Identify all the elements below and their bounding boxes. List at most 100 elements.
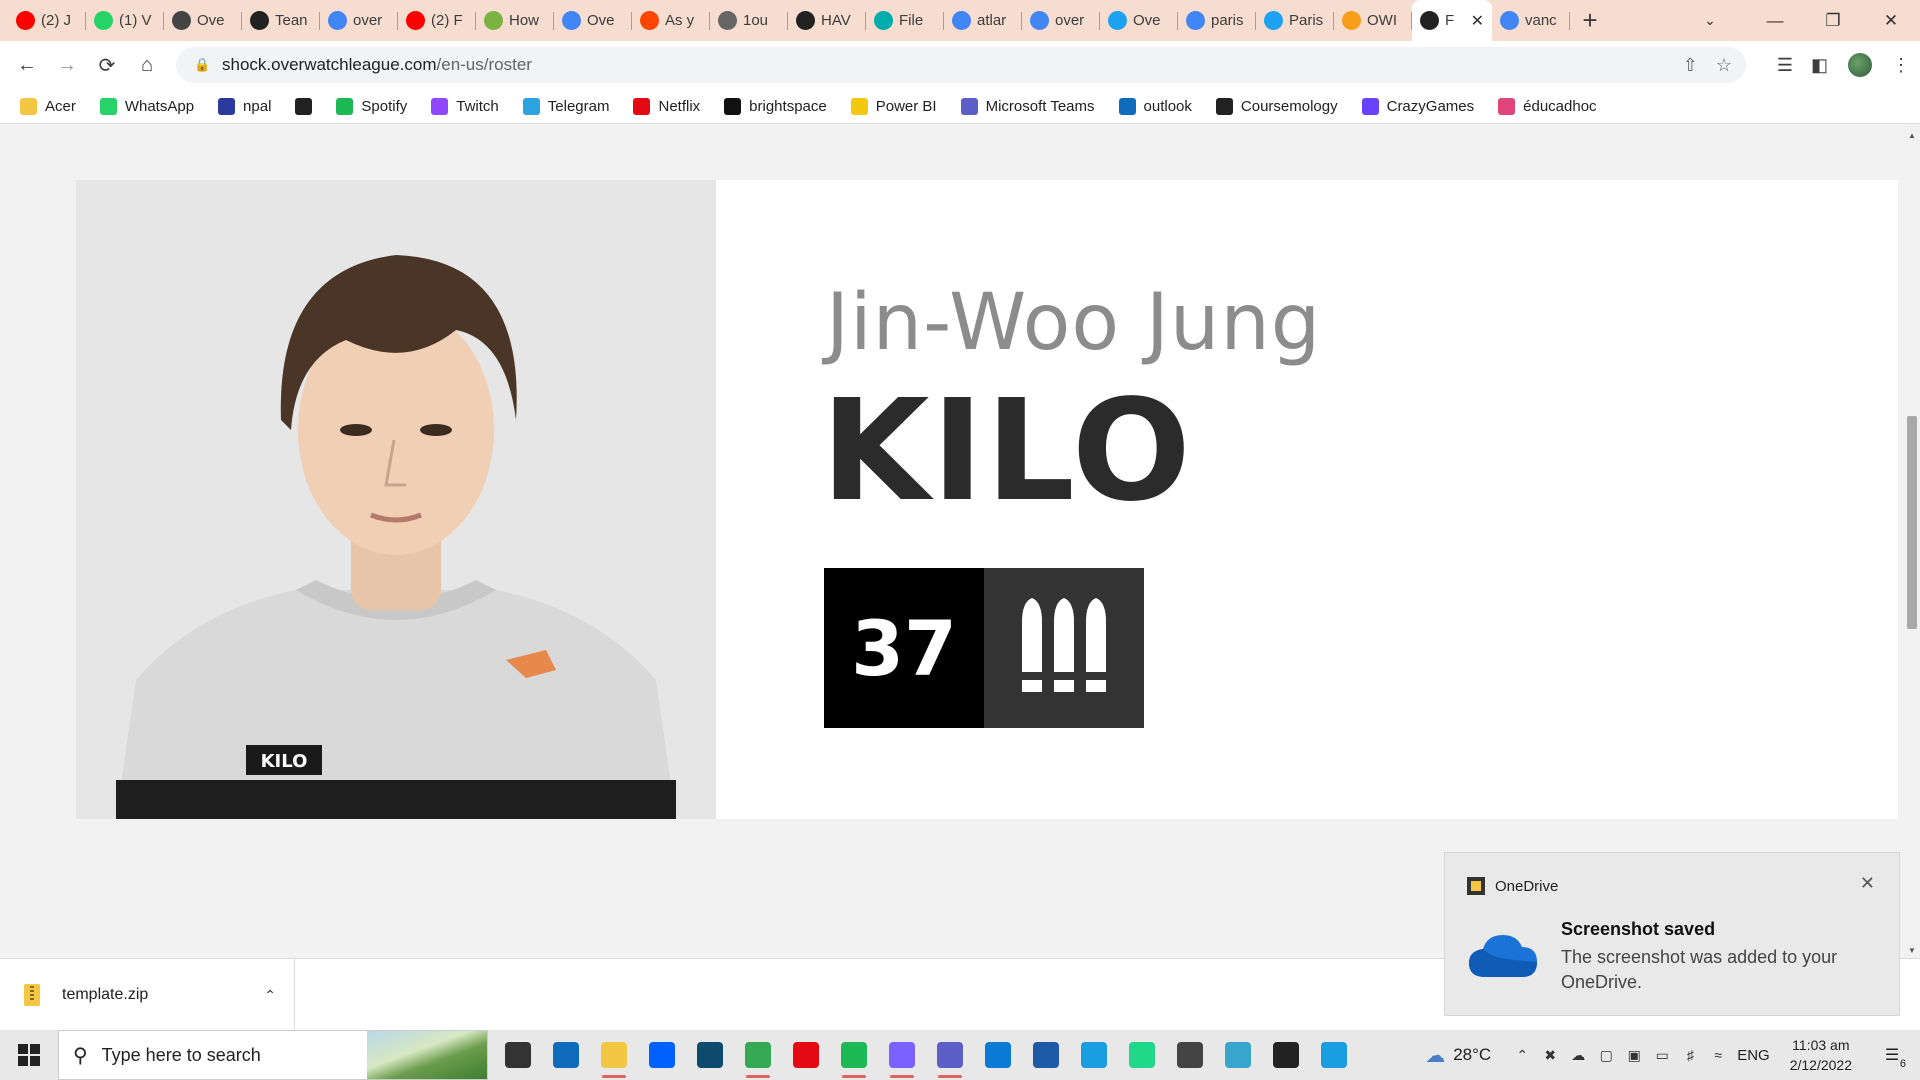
download-item[interactable]: template.zip ⌃ xyxy=(0,959,295,1031)
close-tab-icon[interactable]: ✕ xyxy=(1471,11,1484,31)
menu-kebab-icon[interactable]: ⋮ xyxy=(1892,55,1910,76)
taskbar-app-teams[interactable] xyxy=(926,1030,974,1080)
share-icon[interactable]: ⇧ xyxy=(1683,55,1698,76)
media-control-icon[interactable]: ☰ xyxy=(1777,55,1793,76)
profile-avatar[interactable] xyxy=(1846,51,1874,79)
browser-tab[interactable]: HAV xyxy=(788,0,866,41)
bookmark-item[interactable]: Spotify xyxy=(336,97,407,115)
taskbar-app-edge-dev[interactable] xyxy=(1310,1030,1358,1080)
scroll-down-arrow-icon[interactable]: ▼ xyxy=(1904,942,1920,958)
tab-label: As y xyxy=(665,12,695,29)
onedrive-tray-icon[interactable]: ☁ xyxy=(1569,1047,1587,1064)
scroll-up-arrow-icon[interactable]: ▲ xyxy=(1904,127,1920,143)
url-text[interactable]: shock.overwatchleague.com/en-us/roster xyxy=(222,55,532,75)
network-error-icon[interactable]: ✖ xyxy=(1541,1047,1559,1064)
reload-button[interactable]: ⟳ xyxy=(87,45,127,85)
browser-tab[interactable]: paris xyxy=(1178,0,1256,41)
browser-tab[interactable]: Tean xyxy=(242,0,320,41)
taskbar-app-app[interactable] xyxy=(686,1030,734,1080)
bookmark-item[interactable]: Power BI xyxy=(850,97,937,115)
taskbar-app-unity[interactable] xyxy=(1166,1030,1214,1080)
notification-center-icon[interactable]: ☰ 6 xyxy=(1872,1030,1912,1080)
taskbar-app-spotify[interactable] xyxy=(830,1030,878,1080)
onedrive-notification[interactable]: OneDrive ✕ Screenshot saved The screensh… xyxy=(1444,852,1900,1016)
bookmark-star-icon[interactable]: ☆ xyxy=(1716,55,1732,76)
taskbar-app-file-explorer[interactable] xyxy=(590,1030,638,1080)
taskbar-app-dropbox[interactable] xyxy=(638,1030,686,1080)
meet-now-icon[interactable]: ▢ xyxy=(1597,1047,1615,1064)
browser-tab[interactable]: over xyxy=(1022,0,1100,41)
volume-icon[interactable]: ♯ xyxy=(1681,1047,1699,1063)
bookmark-item[interactable]: Twitch xyxy=(431,97,499,115)
battery-icon[interactable]: ▭ xyxy=(1653,1047,1671,1064)
bookmark-label: Coursemology xyxy=(1240,97,1338,115)
bookmark-item[interactable]: WhatsApp xyxy=(99,97,194,115)
unity-icon xyxy=(1177,1042,1203,1068)
start-button[interactable] xyxy=(0,1030,58,1080)
taskbar-app-photos[interactable] xyxy=(1022,1030,1070,1080)
browser-tab[interactable]: vanc xyxy=(1492,0,1570,41)
new-tab-button[interactable]: + xyxy=(1570,0,1610,41)
taskbar-app-mail[interactable] xyxy=(542,1030,590,1080)
taskbar-app-chrome[interactable] xyxy=(734,1030,782,1080)
weather-widget[interactable]: ☁ 28°C xyxy=(1425,1043,1491,1068)
bookmark-item[interactable]: Netflix xyxy=(633,97,700,115)
browser-tab[interactable]: Ove xyxy=(554,0,632,41)
minimize-button[interactable]: — xyxy=(1746,0,1804,41)
clock[interactable]: 11:03 am 2/12/2022 xyxy=(1790,1035,1852,1075)
close-icon[interactable]: ✕ xyxy=(1860,873,1875,894)
browser-tab[interactable]: (2) J xyxy=(8,0,86,41)
browser-tab[interactable]: atlar xyxy=(944,0,1022,41)
forward-button[interactable]: → xyxy=(47,45,87,85)
language-indicator[interactable]: ENG xyxy=(1737,1047,1770,1064)
browser-tab[interactable]: over xyxy=(320,0,398,41)
taskbar-app-unity-hub[interactable] xyxy=(1262,1030,1310,1080)
browser-tab[interactable]: Paris xyxy=(1256,0,1334,41)
bookmark-item[interactable]: Telegram xyxy=(522,97,609,115)
tab-search-chevron-icon[interactable]: ⌄ xyxy=(1690,0,1730,41)
bookmark-item[interactable]: outlook xyxy=(1118,97,1192,115)
bookmark-item[interactable]: CrazyGames xyxy=(1361,97,1474,115)
back-button[interactable]: ← xyxy=(7,45,47,85)
browser-tab[interactable]: F ✕ xyxy=(1412,0,1492,41)
restore-button[interactable]: ❐ xyxy=(1804,0,1862,41)
tab-label: (2) F xyxy=(431,12,463,29)
browser-tab[interactable]: 1ou xyxy=(710,0,788,41)
home-button[interactable]: ⌂ xyxy=(127,45,167,85)
netflix-icon xyxy=(793,1042,819,1068)
address-bar[interactable]: 🔒 shock.overwatchleague.com/en-us/roster… xyxy=(176,47,1746,83)
lock-icon[interactable]: 🔒 xyxy=(194,57,210,73)
bookmark-item[interactable]: brightspace xyxy=(724,97,827,115)
wifi-icon[interactable]: ≈ xyxy=(1709,1047,1727,1063)
taskbar-search-box[interactable]: ⚲ Type here to search xyxy=(58,1030,488,1080)
taskbar-app-vscode[interactable] xyxy=(974,1030,1022,1080)
scrollbar-thumb[interactable] xyxy=(1907,416,1917,629)
bookmark-item[interactable]: Acer xyxy=(20,97,76,115)
bookmark-item[interactable]: Coursemology xyxy=(1215,97,1338,115)
taskbar-app-task-view[interactable] xyxy=(494,1030,542,1080)
outlook-icon xyxy=(1118,97,1136,115)
show-hidden-icons-chevron-icon[interactable]: ⌃ xyxy=(1513,1047,1531,1064)
browser-tab[interactable]: How xyxy=(476,0,554,41)
bookmark-item[interactable]: éducadhoc xyxy=(1498,97,1597,115)
close-window-button[interactable]: ✕ xyxy=(1862,0,1920,41)
bookmark-item[interactable]: npal xyxy=(218,97,271,115)
bookmark-item[interactable] xyxy=(295,97,313,115)
taskbar-app-netflix[interactable] xyxy=(782,1030,830,1080)
taskbar-app-maya[interactable] xyxy=(1214,1030,1262,1080)
bookmark-item[interactable]: Microsoft Teams xyxy=(960,97,1095,115)
browser-tab[interactable]: (1) V xyxy=(86,0,164,41)
side-panel-icon[interactable]: ◧ xyxy=(1811,55,1828,76)
browser-tab[interactable]: File xyxy=(866,0,944,41)
taskbar-app-messenger[interactable] xyxy=(878,1030,926,1080)
browser-tab[interactable]: Ove xyxy=(164,0,242,41)
security-icon[interactable]: ▣ xyxy=(1625,1047,1643,1064)
browser-tab[interactable]: (2) F xyxy=(398,0,476,41)
taskbar-app-edge[interactable] xyxy=(1070,1030,1118,1080)
page-scrollbar[interactable]: ▲ ▼ xyxy=(1904,125,1920,958)
browser-tab[interactable]: As y xyxy=(632,0,710,41)
browser-tab[interactable]: Ove xyxy=(1100,0,1178,41)
chevron-up-icon[interactable]: ⌃ xyxy=(264,987,276,1004)
taskbar-app-pycharm[interactable] xyxy=(1118,1030,1166,1080)
browser-tab[interactable]: OWI xyxy=(1334,0,1412,41)
